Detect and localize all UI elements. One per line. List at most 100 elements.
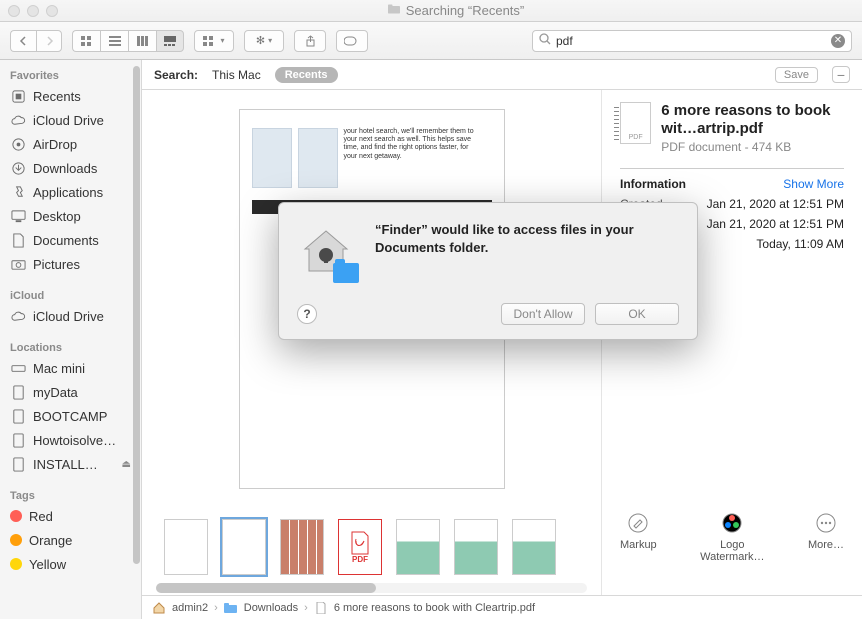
sidebar-item-pictures[interactable]: Pictures [0,252,141,276]
sidebar-item-label: Howtoisolve… [33,433,116,448]
sidebar-tag-yellow[interactable]: Yellow [0,552,141,576]
sidebar-item-recents[interactable]: Recents [0,84,141,108]
thumbnail-item[interactable] [512,519,556,575]
sidebar-item-applications[interactable]: Applications [0,180,141,204]
sidebar-item-label: iCloud Drive [33,113,104,128]
sidebar-item-icloud-drive-2[interactable]: iCloud Drive [0,304,141,328]
search-input[interactable] [556,34,826,48]
file-kind-size: PDF document - 474 KB [661,140,844,154]
eject-icon[interactable]: ⏏ [122,459,131,470]
sidebar-item-mydata[interactable]: myData [0,380,141,404]
sidebar-scrollbar[interactable] [133,66,140,564]
sidebar-item-label: myData [33,385,78,400]
thumbnail-item[interactable] [454,519,498,575]
applications-icon [10,184,26,200]
quick-actions: Markup Logo Watermark… More… [620,511,844,583]
list-view-button[interactable] [100,30,128,52]
path-segment[interactable]: admin2 [172,602,208,614]
sidebar-item-macmini[interactable]: Mac mini [0,356,141,380]
thumbnail-item[interactable] [280,519,324,575]
scope-this-mac[interactable]: This Mac [212,68,261,82]
nav-buttons [10,30,62,52]
sidebar-item-label: Mac mini [33,361,85,376]
action-button[interactable]: ✻▾ [244,30,284,52]
action-label: Logo Watermark… [687,539,778,563]
dont-allow-button[interactable]: Don't Allow [501,303,585,325]
arrange-button[interactable]: ▾ [194,30,234,52]
finder-permission-icon [297,221,357,281]
help-button[interactable]: ? [297,304,317,324]
pdf-label: PDF [352,555,368,564]
markup-action[interactable]: Markup [620,511,657,563]
search-scope-label: Search: [154,68,198,82]
sidebar-item-downloads[interactable]: Downloads [0,156,141,180]
tag-dot [10,534,22,546]
computer-icon [10,360,26,376]
document-icon: PDF [620,102,651,144]
cloud-icon [10,308,26,324]
thumbnail-item-selected[interactable] [222,519,266,575]
column-view-button[interactable] [128,30,156,52]
folder-icon [388,3,400,18]
view-mode-segmented [72,30,184,52]
sidebar-icloud-header: iCloud [0,286,141,304]
information-header: Information [620,177,686,191]
sidebar-item-bootcamp[interactable]: BOOTCAMP [0,404,141,428]
clear-search-button[interactable]: ✕ [831,34,845,48]
minimize-window-button[interactable] [27,5,39,17]
ellipsis-icon [814,511,838,535]
path-segment[interactable]: 6 more reasons to book with Cleartrip.pd… [334,602,535,614]
sidebar-item-install[interactable]: INSTALL… ⏏ [0,452,141,476]
scrollbar-thumb[interactable] [156,583,376,593]
airdrop-icon [10,136,26,152]
gallery-main: your hotel search, we'll remember them t… [142,90,602,595]
thumbnail-item[interactable] [396,519,440,575]
path-segment[interactable]: Downloads [244,602,298,614]
sidebar-item-label: Yellow [29,557,66,572]
thumbnail-item[interactable] [164,519,208,575]
folder-overlay-icon [333,263,359,283]
forward-button[interactable] [36,30,62,52]
scope-recents[interactable]: Recents [275,67,338,83]
preview-image-block [298,128,338,188]
sidebar-item-label: Downloads [33,161,97,176]
back-button[interactable] [10,30,36,52]
sidebar-item-desktop[interactable]: Desktop [0,204,141,228]
sidebar-item-airdrop[interactable]: AirDrop [0,132,141,156]
thumbnail-pdf-icon[interactable]: PDF [338,519,382,575]
logo-watermark-action[interactable]: Logo Watermark… [687,511,778,563]
preview-image-block [252,128,292,188]
thumbnail-strip: PDF [142,507,601,583]
desktop-icon [10,208,26,224]
sidebar-item-documents[interactable]: Documents [0,228,141,252]
preview-row: your hotel search, we'll remember them t… [142,90,862,595]
color-wheel-icon [720,511,744,535]
meta-value: Jan 21, 2020 at 12:51 PM [707,217,844,231]
sidebar-item-label: AirDrop [33,137,77,152]
chevron-right-icon: › [304,602,308,614]
sidebar-tag-orange[interactable]: Orange [0,528,141,552]
sidebar-favorites-header: Favorites [0,66,141,84]
show-more-link[interactable]: Show More [783,177,844,191]
meta-value: Today, 11:09 AM [756,237,844,251]
save-search-button[interactable]: Save [775,67,818,83]
action-label: More… [808,539,844,551]
close-window-button[interactable] [8,5,20,17]
gallery-view-button[interactable] [156,30,184,52]
file-title: 6 more reasons to book wit…artrip.pdf [661,102,844,138]
thumbnail-scrollbar[interactable] [156,583,587,593]
sidebar-item-icloud-drive[interactable]: iCloud Drive [0,108,141,132]
sidebar-item-label: INSTALL… [33,457,98,472]
tags-button[interactable] [336,30,368,52]
more-actions[interactable]: More… [808,511,844,563]
sidebar-item-howtoisolve[interactable]: Howtoisolve… [0,428,141,452]
sidebar-tag-red[interactable]: Red [0,504,141,528]
share-button[interactable] [294,30,326,52]
ok-button[interactable]: OK [595,303,679,325]
zoom-window-button[interactable] [46,5,58,17]
sidebar-item-label: Desktop [33,209,81,224]
remove-criteria-button[interactable]: − [832,66,850,83]
divider [620,168,844,169]
icon-view-button[interactable] [72,30,100,52]
window-title-text: Searching “Recents” [406,3,525,18]
